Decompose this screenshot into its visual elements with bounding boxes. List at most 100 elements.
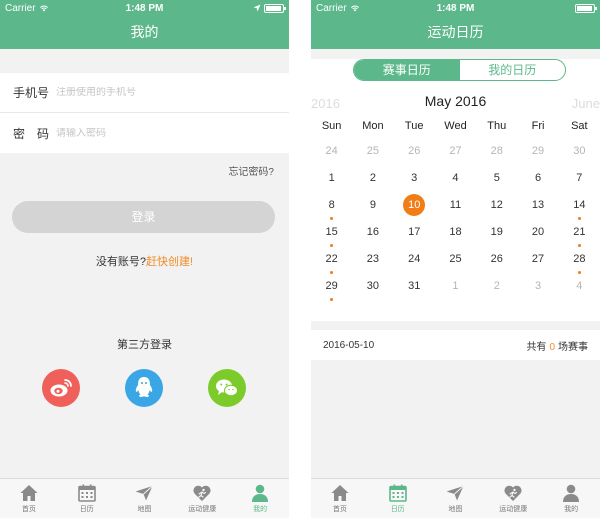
calendar-screen: Carrier 1:48 PM 运动日历 赛事日历 我的日历 2016 May … — [311, 0, 600, 518]
calendar-day[interactable]: 26 — [394, 140, 435, 167]
calendar-day[interactable]: 17 — [394, 221, 435, 248]
calendar-day[interactable]: 30 — [559, 140, 600, 167]
tab-mine[interactable]: 我的 — [542, 479, 600, 518]
calendar-day[interactable]: 31 — [394, 275, 435, 302]
tab-home[interactable]: 首页 — [0, 479, 58, 518]
calendar-day[interactable]: 19 — [476, 221, 517, 248]
calendar-day[interactable]: 13 — [517, 194, 558, 221]
calendar-day[interactable]: 25 — [352, 140, 393, 167]
calendar-day[interactable]: 12 — [476, 194, 517, 221]
day-number: 4 — [452, 172, 459, 184]
calendar-day[interactable]: 26 — [476, 248, 517, 275]
weekday-label: Thu — [487, 120, 507, 132]
weekday-label: Fri — [531, 120, 545, 132]
calendar-day[interactable]: 20 — [517, 221, 558, 248]
calendar-day[interactable]: 23 — [352, 248, 393, 275]
tab-health[interactable]: 运动健康 — [484, 479, 542, 518]
calendar-day-selected[interactable]: 10 — [394, 194, 435, 221]
calendar-icon — [77, 484, 96, 502]
calendar-day[interactable]: 14 — [559, 194, 600, 221]
segment-event-calendar[interactable]: 赛事日历 — [354, 60, 460, 80]
login-button[interactable]: 登录 — [12, 201, 275, 233]
weibo-login-button[interactable] — [42, 369, 80, 407]
calendar-day[interactable]: 28 — [476, 140, 517, 167]
calendar-day[interactable]: 18 — [435, 221, 476, 248]
calendar-week: 24 25 26 27 28 29 30 — [311, 140, 600, 167]
calendar-week: 29 30 31 1 2 3 4 — [311, 275, 600, 302]
event-count: 0 — [549, 341, 555, 353]
calendar-day[interactable]: 4 — [559, 275, 600, 302]
weekday-header: Sun Mon Tue Wed Thu Fri Sat — [311, 120, 600, 132]
calendar-day[interactable]: 7 — [559, 167, 600, 194]
calendar-day[interactable]: 1 — [435, 275, 476, 302]
next-month-button[interactable]: June — [572, 96, 600, 111]
day-number: 8 — [328, 199, 335, 211]
tab-health[interactable]: 运动健康 — [173, 479, 231, 518]
forgot-password-link[interactable]: 忘记密码? — [228, 167, 274, 178]
calendar-day[interactable]: 2 — [476, 275, 517, 302]
segment-my-calendar[interactable]: 我的日历 — [460, 60, 566, 80]
calendar-day[interactable]: 5 — [476, 167, 517, 194]
calendar-day[interactable]: 22 — [311, 248, 352, 275]
calendar-day[interactable]: 15 — [311, 221, 352, 248]
person-icon — [563, 484, 580, 502]
calendar-day[interactable]: 24 — [311, 140, 352, 167]
calendar-day[interactable]: 1 — [311, 167, 352, 194]
calendar-day[interactable]: 21 — [559, 221, 600, 248]
calendar-day[interactable]: 9 — [352, 194, 393, 221]
day-number: 4 — [576, 280, 583, 292]
day-number: 19 — [490, 226, 503, 238]
current-month-label: May 2016 — [424, 93, 487, 109]
calendar-day[interactable]: 4 — [435, 167, 476, 194]
day-number: 11 — [449, 199, 462, 211]
day-number: 6 — [534, 172, 542, 184]
heart-runner-icon — [504, 485, 522, 501]
day-number: 16 — [366, 226, 380, 238]
calendar-day[interactable]: 11 — [435, 194, 476, 221]
day-number: 2 — [493, 280, 500, 292]
calendar-day[interactable]: 8 — [311, 194, 352, 221]
tab-label: 运动健康 — [188, 506, 217, 513]
calendar-day[interactable]: 6 — [517, 167, 558, 194]
day-number: 27 — [531, 253, 545, 265]
calendar-day[interactable]: 30 — [352, 275, 393, 302]
calendar-day[interactable]: 29 — [311, 275, 352, 302]
calendar-day[interactable]: 3 — [517, 275, 558, 302]
password-input[interactable] — [56, 127, 289, 139]
tab-mine[interactable]: 我的 — [231, 479, 289, 518]
day-number: 15 — [325, 226, 338, 238]
calendar-day[interactable]: 27 — [435, 140, 476, 167]
day-number: 24 — [408, 253, 421, 265]
calendar-day[interactable]: 16 — [352, 221, 393, 248]
phone-input[interactable] — [56, 87, 289, 98]
status-bar: Carrier 1:48 PM — [311, 0, 600, 16]
register-link[interactable]: 赶快创建! — [146, 256, 193, 268]
calendar-day[interactable]: 27 — [517, 248, 558, 275]
event-dot — [330, 217, 334, 220]
event-dot — [577, 271, 581, 274]
tab-calendar[interactable]: 日历 — [58, 479, 116, 518]
calendar-day[interactable]: 24 — [394, 248, 435, 275]
day-number: 3 — [534, 280, 542, 292]
wechat-login-button[interactable] — [208, 369, 246, 407]
login-form: 手机号 密 码 — [0, 73, 289, 153]
home-icon — [20, 485, 38, 501]
tab-map[interactable]: 地图 — [427, 479, 485, 518]
calendar-day[interactable]: 3 — [394, 167, 435, 194]
tab-calendar[interactable]: 日历 — [369, 479, 427, 518]
calendar-day[interactable]: 2 — [352, 167, 393, 194]
calendar-week: 22 23 24 25 26 27 28 — [311, 248, 600, 275]
calendar-day[interactable]: 29 — [517, 140, 558, 167]
calendar-day[interactable]: 25 — [435, 248, 476, 275]
day-number: 28 — [490, 145, 503, 157]
selected-date-bar: 2016-05-10 共有 0 场赛事 — [311, 330, 600, 360]
calendar-day[interactable]: 28 — [559, 248, 600, 275]
day-number: 25 — [366, 145, 380, 157]
event-count-text: 共有 0 场赛事 — [526, 341, 588, 353]
tab-home[interactable]: 首页 — [311, 479, 369, 518]
qq-login-button[interactable] — [125, 369, 163, 407]
day-number: 29 — [531, 145, 545, 157]
day-number: 18 — [449, 226, 462, 238]
tab-map[interactable]: 地图 — [116, 479, 174, 518]
wechat-icon — [216, 379, 238, 397]
